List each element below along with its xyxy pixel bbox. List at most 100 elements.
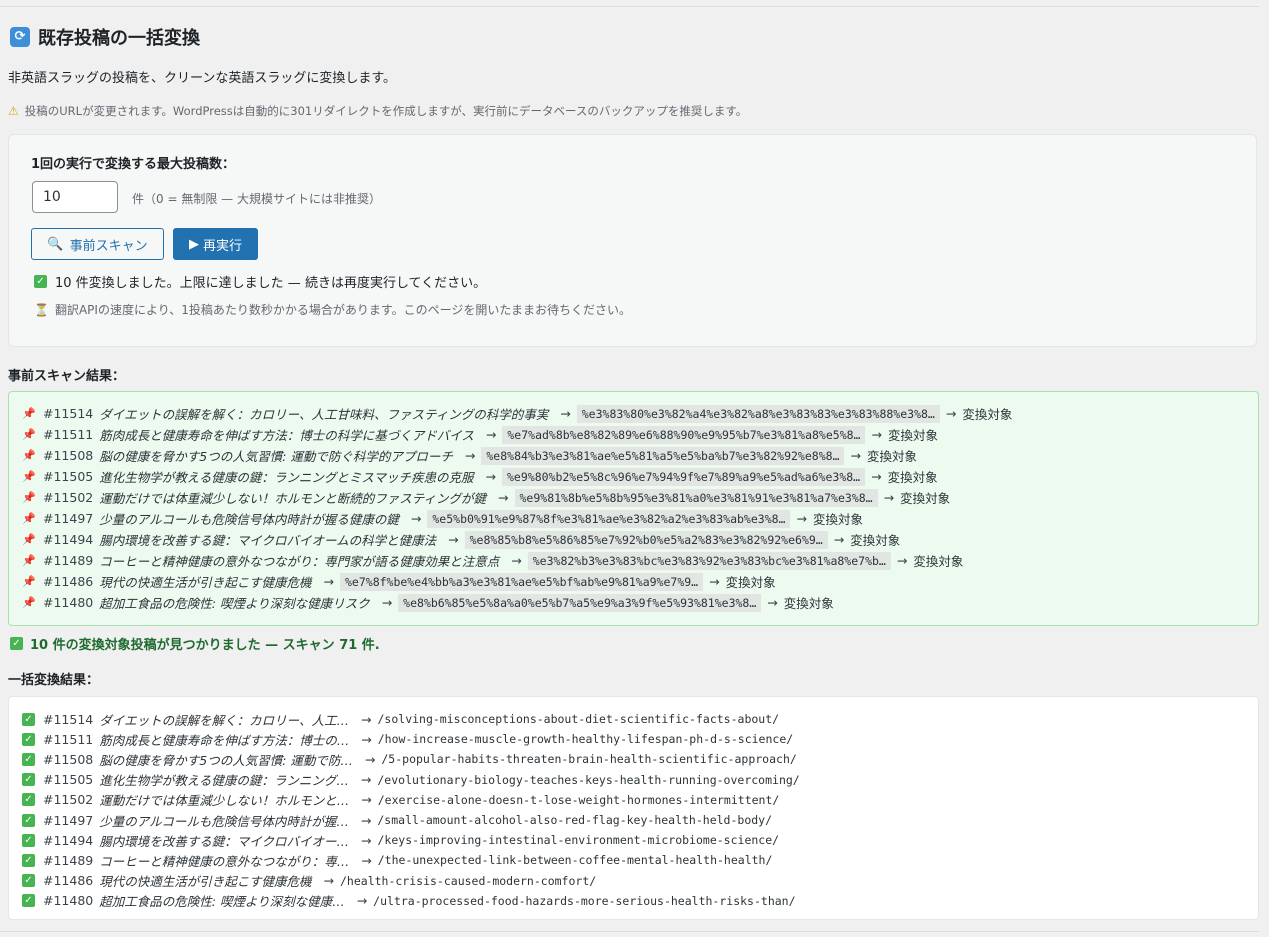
scan-row: 📌 #11480 超加工食品の危険性: 喫煙より深刻な健康リスク → %e8%b6%85… bbox=[22, 592, 1258, 613]
arrow: → bbox=[361, 731, 372, 747]
result-row: ✓ #11486 現代の快適生活が引き起こす健康危機 → /health-crisis-… bbox=[22, 871, 1258, 891]
refresh-icon: ⟳ bbox=[10, 27, 30, 47]
check-icon: ✓ bbox=[22, 793, 35, 807]
post-title: 現代の快適生活が引き起こす健康危機 bbox=[99, 575, 312, 590]
result-row: ✓ #11505 進化生物学が教える健康の鍵：ランニング… → /evolutionar… bbox=[22, 770, 1258, 790]
status-text: 10 件変換しました。上限に達しました — 続きは再度実行してください。 bbox=[55, 276, 487, 291]
post-title: ダイエットの誤解を解く：カロリー、人工… bbox=[99, 712, 350, 728]
arrow: → bbox=[560, 406, 571, 421]
bottom-divider bbox=[0, 931, 1259, 932]
max-posts-label: 1回の実行で変換する最大投稿数： bbox=[31, 157, 236, 172]
arrow: → bbox=[945, 406, 957, 421]
pin-icon: 📌 bbox=[22, 470, 36, 483]
current-slug: %e8%85%b8%e5%86%85%e7%92%b0%e5%a2%83%e3%… bbox=[464, 530, 828, 549]
arrow: → bbox=[709, 574, 720, 589]
scan-row: 📌 #11497 少量のアルコールも危険信号体内時計が握る健康の鍵 → %e5%b0%9… bbox=[22, 508, 1258, 529]
arrow: → bbox=[448, 532, 459, 547]
pin-icon: 📌 bbox=[22, 449, 36, 462]
scan-row: 📌 #11505 進化生物学が教える健康の鍵：ランニングとミスマッチ疾患の克服 → %e… bbox=[22, 466, 1258, 487]
post-title: 超加工食品の危険性: 喫煙より深刻な健康… bbox=[99, 894, 345, 910]
arrow: → bbox=[871, 427, 882, 442]
post-title: 腸内環境を改善する鍵：マイクロバイオームの科学と健康法 bbox=[99, 533, 437, 548]
hint-text: 翻訳APIの速度により、1投稿あたり数秒かかる場合があります。このページを開いた… bbox=[54, 303, 632, 317]
backup-warning: ⚠ 投稿のURLが変更されます。WordPressは自動的に301リダイレクトを… bbox=[8, 103, 747, 119]
post-id: #11511 bbox=[43, 731, 94, 747]
search-icon: 🔍 bbox=[47, 236, 64, 252]
pin-icon: 📌 bbox=[22, 554, 36, 567]
check-icon: ✓ bbox=[22, 752, 35, 766]
pre-scan-label: 事前スキャン bbox=[69, 238, 148, 254]
arrow: → bbox=[323, 574, 334, 589]
post-title: 超加工食品の危険性: 喫煙より深刻な健康リスク bbox=[99, 596, 370, 611]
post-title: 運動だけでは体重減少しない！ホルモンと… bbox=[99, 793, 350, 809]
post-id: #11489 bbox=[43, 553, 94, 568]
post-title: 筋肉成長と健康寿命を伸ばす方法：博士の科学に基づくアドバイス bbox=[99, 428, 474, 443]
post-id: #11508 bbox=[43, 751, 94, 767]
arrow: → bbox=[356, 893, 368, 909]
current-slug: %e7%ad%8b%e8%82%89%e6%88%90%e9%95%b7%e3%… bbox=[502, 425, 866, 444]
rerun-button[interactable]: ▶ 再実行 bbox=[173, 228, 258, 260]
scan-summary-text: 10 件の変換対象投稿が見つかりました — スキャン 71 件. bbox=[30, 638, 380, 653]
current-slug: %e8%b6%85%e5%8a%a0%e5%b7%a5%e9%a3%9f%e5%… bbox=[398, 593, 762, 612]
conversion-target-label: 変換対象 bbox=[850, 533, 901, 548]
post-title: 筋肉成長と健康寿命を伸ばす方法：博士の… bbox=[99, 732, 350, 748]
post-id: #11505 bbox=[43, 772, 94, 788]
arrow: → bbox=[498, 490, 509, 505]
new-slug: /5-popular-habits-threaten-brain-health-… bbox=[381, 752, 797, 767]
arrow: → bbox=[361, 832, 372, 848]
max-posts-input[interactable] bbox=[32, 181, 118, 213]
post-id: #11502 bbox=[43, 490, 94, 505]
arrow: → bbox=[833, 532, 845, 547]
scan-row: 📌 #11514 ダイエットの誤解を解く：カロリー、人工甘味料、ファスティングの科学… bbox=[22, 403, 1258, 424]
pin-icon: 📌 bbox=[22, 512, 36, 525]
new-slug: /health-crisis-caused-modern-comfort/ bbox=[340, 873, 597, 888]
page-header: ⟳ 既存投稿の一括変換 bbox=[10, 24, 200, 50]
new-slug: /solving-misconceptions-about-diet-scien… bbox=[377, 712, 780, 727]
arrow: → bbox=[485, 469, 496, 484]
arrow: → bbox=[410, 511, 422, 526]
pin-icon: 📌 bbox=[22, 491, 36, 504]
check-icon: ✓ bbox=[22, 732, 35, 746]
pin-icon: 📌 bbox=[22, 596, 36, 609]
result-row: ✓ #11502 運動だけでは体重減少しない！ホルモンと… → /exercise-al… bbox=[22, 790, 1258, 810]
pre-scan-button[interactable]: 🔍 事前スキャン bbox=[31, 228, 164, 260]
speed-hint: ⏳ 翻訳APIの速度により、1投稿あたり数秒かかる場合があります。このページを開… bbox=[34, 301, 631, 318]
post-id: #11514 bbox=[43, 711, 94, 727]
pin-icon: 📌 bbox=[22, 407, 36, 420]
new-slug: /keys-improving-intestinal-environment-m… bbox=[377, 833, 780, 848]
result-row: ✓ #11494 腸内環境を改善する鍵：マイクロバイオー… → /keys-improv… bbox=[22, 830, 1258, 850]
result-row: ✓ #11511 筋肉成長と健康寿命を伸ばす方法：博士の… → /how-increas… bbox=[22, 729, 1258, 749]
conversion-target-label: 変換対象 bbox=[962, 407, 1013, 422]
post-title: 現代の快適生活が引き起こす健康危機 bbox=[99, 874, 312, 890]
post-title: ダイエットの誤解を解く：カロリー、人工甘味料、ファスティングの科学的事実 bbox=[99, 407, 549, 422]
check-icon: ✓ bbox=[22, 773, 35, 787]
arrow: → bbox=[361, 852, 372, 868]
new-slug: /small-amount-alcohol-also-red-flag-key-… bbox=[377, 813, 773, 828]
result-row: ✓ #11508 脳の健康を脅かす5つの人気習慣: 運動で防… → /5-popular… bbox=[22, 749, 1258, 769]
scan-row: 📌 #11502 運動だけでは体重減少しない！ホルモンと断続的ファスティングが鍵 →%… bbox=[22, 487, 1258, 508]
arrow: → bbox=[850, 448, 861, 463]
bulk-results-heading: 一括変換結果： bbox=[8, 673, 100, 688]
conversion-target-label: 変換対象 bbox=[725, 575, 776, 590]
arrow: → bbox=[360, 812, 372, 828]
arrow: → bbox=[381, 595, 393, 610]
bulk-results-list: ✓ #11514 ダイエットの誤解を解く：カロリー、人工… → /solving-mis… bbox=[8, 696, 1259, 920]
new-slug: /the-unexpected-link-between-coffee-ment… bbox=[377, 853, 773, 868]
scan-results-heading: 事前スキャン結果： bbox=[8, 369, 126, 384]
post-id: #11508 bbox=[43, 448, 94, 463]
post-title: 進化生物学が教える健康の鍵：ランニングとミスマッチ疾患の克服 bbox=[99, 470, 474, 485]
conversion-target-label: 変換対象 bbox=[783, 596, 834, 611]
post-id: #11494 bbox=[43, 532, 94, 547]
current-slug: %e3%83%80%e3%82%a4%e3%82%a8%e3%83%83%e3%… bbox=[576, 404, 940, 423]
arrow: → bbox=[361, 711, 372, 727]
scan-row: 📌 #11508 脳の健康を脅かす5つの人気習慣: 運動で防ぐ科学的アプローチ → %e… bbox=[22, 445, 1258, 466]
post-id: #11489 bbox=[43, 852, 94, 868]
post-id: #11502 bbox=[43, 792, 94, 808]
check-icon: ✓ bbox=[22, 813, 35, 827]
check-icon: ✓ bbox=[22, 712, 35, 726]
current-slug: %e9%81%8b%e5%8b%95%e3%81%a0%e3%81%91%e3%… bbox=[514, 488, 878, 507]
warning-icon: ⚠ bbox=[8, 104, 19, 118]
current-slug: %e3%82%b3%e3%83%bc%e3%83%92%e3%83%bc%e3%… bbox=[527, 551, 891, 570]
arrow: → bbox=[896, 553, 908, 568]
conversion-target-label: 変換対象 bbox=[887, 428, 938, 443]
